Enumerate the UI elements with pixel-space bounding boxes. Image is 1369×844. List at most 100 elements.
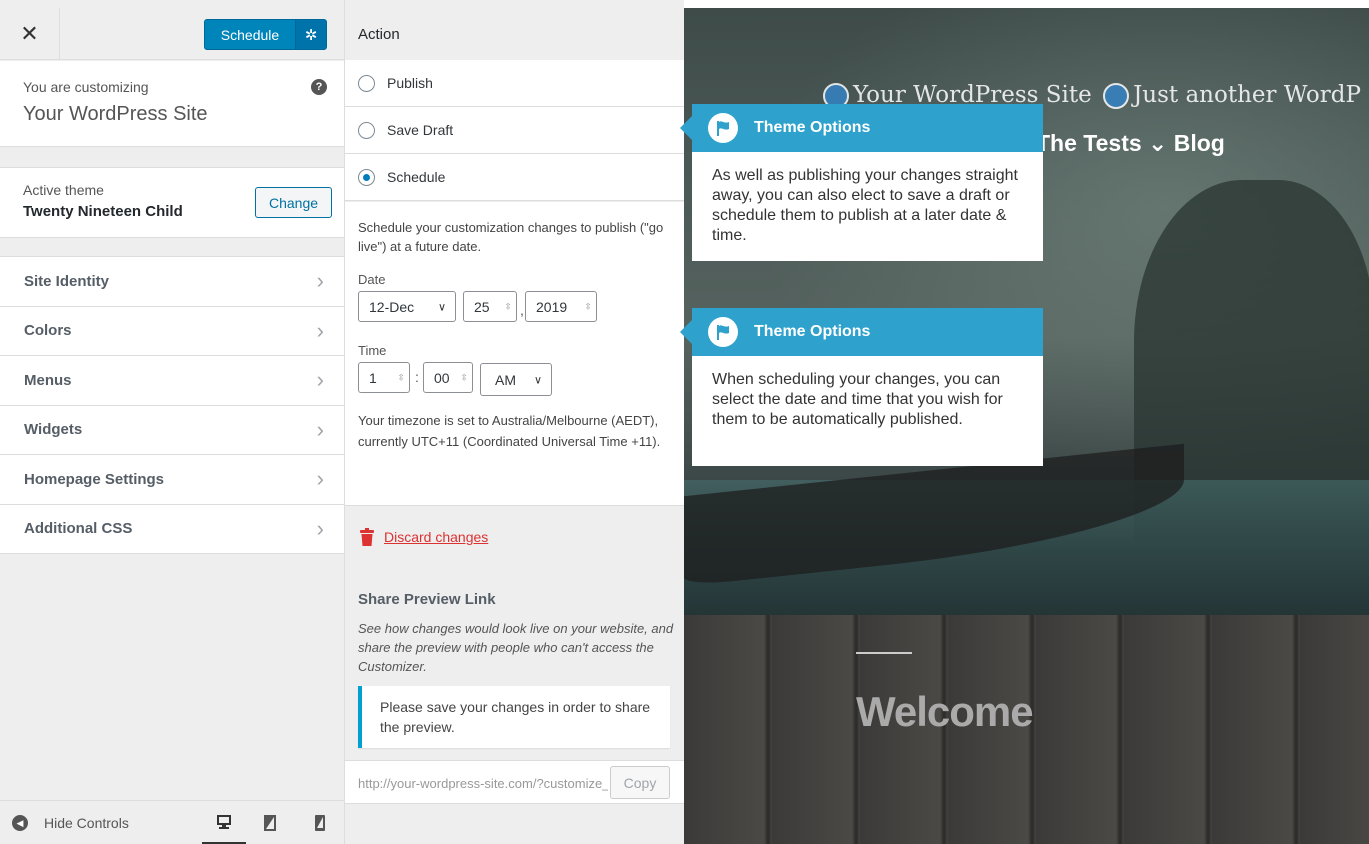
callout-text: When scheduling your changes, you can se… xyxy=(712,371,1003,428)
callout-header: Theme Options xyxy=(692,104,1043,152)
sidebar-item-label: Menus xyxy=(24,371,72,389)
sidebar-item-label: Site Identity xyxy=(24,272,110,290)
save-draft-radio[interactable] xyxy=(358,121,375,139)
sidebar-item-colors[interactable]: Colors › xyxy=(0,307,344,356)
chevron-right-icon: › xyxy=(316,515,324,541)
share-preview-title: Share Preview Link xyxy=(358,591,496,608)
meridiem-value: AM xyxy=(495,371,516,388)
day-value: 25 xyxy=(474,298,490,315)
preview-link-field[interactable]: http://your-wordpress-site.com/?customiz… xyxy=(358,770,608,796)
sidebar-item-label: Homepage Settings xyxy=(24,470,165,488)
customizer-sidebar: ✕ Schedule ✲ You are customizing Your Wo… xyxy=(0,0,345,844)
mobile-icon xyxy=(315,815,325,831)
time-label: Time xyxy=(358,343,387,358)
customizing-info: You are customizing Your WordPress Site … xyxy=(0,61,344,147)
active-theme-section: Active theme Twenty Nineteen Child Chang… xyxy=(0,167,344,238)
sidebar-item-label: Additional CSS xyxy=(24,520,133,538)
publish-settings-panel: Action Publish Save Draft Schedule Sched… xyxy=(345,0,684,844)
customizing-label: You are customizing xyxy=(23,79,149,95)
customizer-footer: ◀ Hide Controls xyxy=(0,800,344,844)
flag-icon xyxy=(708,113,738,143)
share-preview-description: See how changes would look live on your … xyxy=(358,621,674,674)
change-theme-button[interactable]: Change xyxy=(255,187,332,218)
active-theme-label: Active theme xyxy=(23,182,104,198)
spinner-icon: ⇳ xyxy=(584,301,592,311)
preview-mobile-button[interactable] xyxy=(298,801,342,844)
close-customizer-button[interactable]: ✕ xyxy=(0,8,60,60)
gear-icon: ✲ xyxy=(304,26,318,44)
hour-input[interactable]: 1 ⇳ xyxy=(358,362,410,393)
date-label: Date xyxy=(358,272,386,287)
callout-header: Theme Options xyxy=(692,308,1043,356)
callout-title: Theme Options xyxy=(754,323,871,340)
day-input[interactable]: 25 ⇳ xyxy=(463,291,517,322)
publish-settings-button[interactable]: ✲ xyxy=(295,19,327,50)
callout-title: Theme Options xyxy=(754,119,871,136)
discard-changes-link[interactable]: Discard changes xyxy=(360,528,488,546)
chevron-down-icon: ∨ xyxy=(533,374,542,386)
trash-icon xyxy=(360,528,374,546)
schedule-settings: Schedule your customization changes to p… xyxy=(345,202,684,506)
preview-tablet-button[interactable] xyxy=(248,801,292,844)
customizer-header: ✕ Schedule ✲ xyxy=(0,8,344,60)
close-icon: ✕ xyxy=(20,21,39,46)
meridiem-select[interactable]: AM ∨ xyxy=(480,363,552,396)
discard-changes-label: Discard changes xyxy=(384,529,489,545)
callout-schedule-tip: Theme Options When scheduling your chang… xyxy=(692,308,1043,466)
schedule-button[interactable]: Schedule xyxy=(204,19,296,50)
chevron-right-icon: › xyxy=(316,466,324,492)
month-value: 12-Dec xyxy=(369,298,415,315)
minute-value: 00 xyxy=(434,369,450,386)
sidebar-item-label: Colors xyxy=(24,322,72,340)
chevron-right-icon: › xyxy=(316,416,324,442)
help-icon[interactable]: ? xyxy=(311,79,327,95)
spinner-icon: ⇳ xyxy=(460,372,468,382)
preview-desktop-button[interactable] xyxy=(202,801,246,844)
schedule-description: Schedule your customization changes to p… xyxy=(358,220,664,254)
copy-link-button[interactable]: Copy xyxy=(610,766,670,799)
collapse-icon: ◀ xyxy=(12,815,28,831)
minute-input[interactable]: 00 ⇳ xyxy=(423,362,473,393)
schedule-option[interactable]: Schedule xyxy=(345,154,684,201)
preview-top-strip xyxy=(684,0,1369,8)
sidebar-item-menus[interactable]: Menus › xyxy=(0,356,344,406)
preview-tagline: Just another WordP xyxy=(1133,82,1361,108)
hide-controls-button[interactable]: ◀ Hide Controls xyxy=(12,801,129,844)
publish-label: Publish xyxy=(387,75,433,91)
chevron-right-icon: › xyxy=(316,268,324,294)
callout-text: As well as publishing your changes strai… xyxy=(712,167,1018,244)
site-name: Your WordPress Site xyxy=(23,103,208,125)
flag-icon xyxy=(708,317,738,347)
hour-value: 1 xyxy=(369,369,377,386)
hide-controls-label: Hide Controls xyxy=(44,815,129,831)
publish-radio[interactable] xyxy=(358,74,375,92)
preview-nav-menu[interactable]: The Tests ⌄ Blog xyxy=(1036,130,1225,157)
sidebar-item-label: Widgets xyxy=(24,421,83,439)
sidebar-item-widgets[interactable]: Widgets › xyxy=(0,406,344,455)
spinner-icon: ⇳ xyxy=(397,372,405,382)
active-theme-name: Twenty Nineteen Child xyxy=(23,203,183,220)
schedule-label: Schedule xyxy=(387,169,446,185)
customizer-sections: Site Identity › Colors › Menus › Widgets… xyxy=(0,256,344,554)
save-notice: Please save your changes in order to sha… xyxy=(358,686,670,748)
month-select[interactable]: 12-Dec ∨ xyxy=(358,291,456,322)
time-separator: : xyxy=(415,369,419,385)
sidebar-item-additional-css[interactable]: Additional CSS › xyxy=(0,505,344,554)
save-draft-option[interactable]: Save Draft xyxy=(345,107,684,154)
preview-link-row: http://your-wordpress-site.com/?customiz… xyxy=(345,760,684,804)
spinner-icon: ⇳ xyxy=(504,301,512,311)
welcome-divider xyxy=(856,652,912,654)
date-separator: , xyxy=(520,302,524,318)
year-input[interactable]: 2019 ⇳ xyxy=(525,291,597,322)
year-value: 2019 xyxy=(536,298,568,315)
schedule-radio[interactable] xyxy=(358,168,375,186)
sidebar-item-homepage-settings[interactable]: Homepage Settings › xyxy=(0,455,344,505)
publish-option[interactable]: Publish xyxy=(345,60,684,107)
tablet-icon xyxy=(264,815,276,831)
chevron-down-icon: ∨ xyxy=(437,301,446,313)
edit-shortcut-icon[interactable] xyxy=(1103,83,1130,109)
chevron-right-icon: › xyxy=(316,317,324,343)
sidebar-item-site-identity[interactable]: Site Identity › xyxy=(0,257,344,307)
desktop-icon xyxy=(217,814,231,829)
timezone-description: Your timezone is set to Australia/Melbou… xyxy=(358,413,661,449)
